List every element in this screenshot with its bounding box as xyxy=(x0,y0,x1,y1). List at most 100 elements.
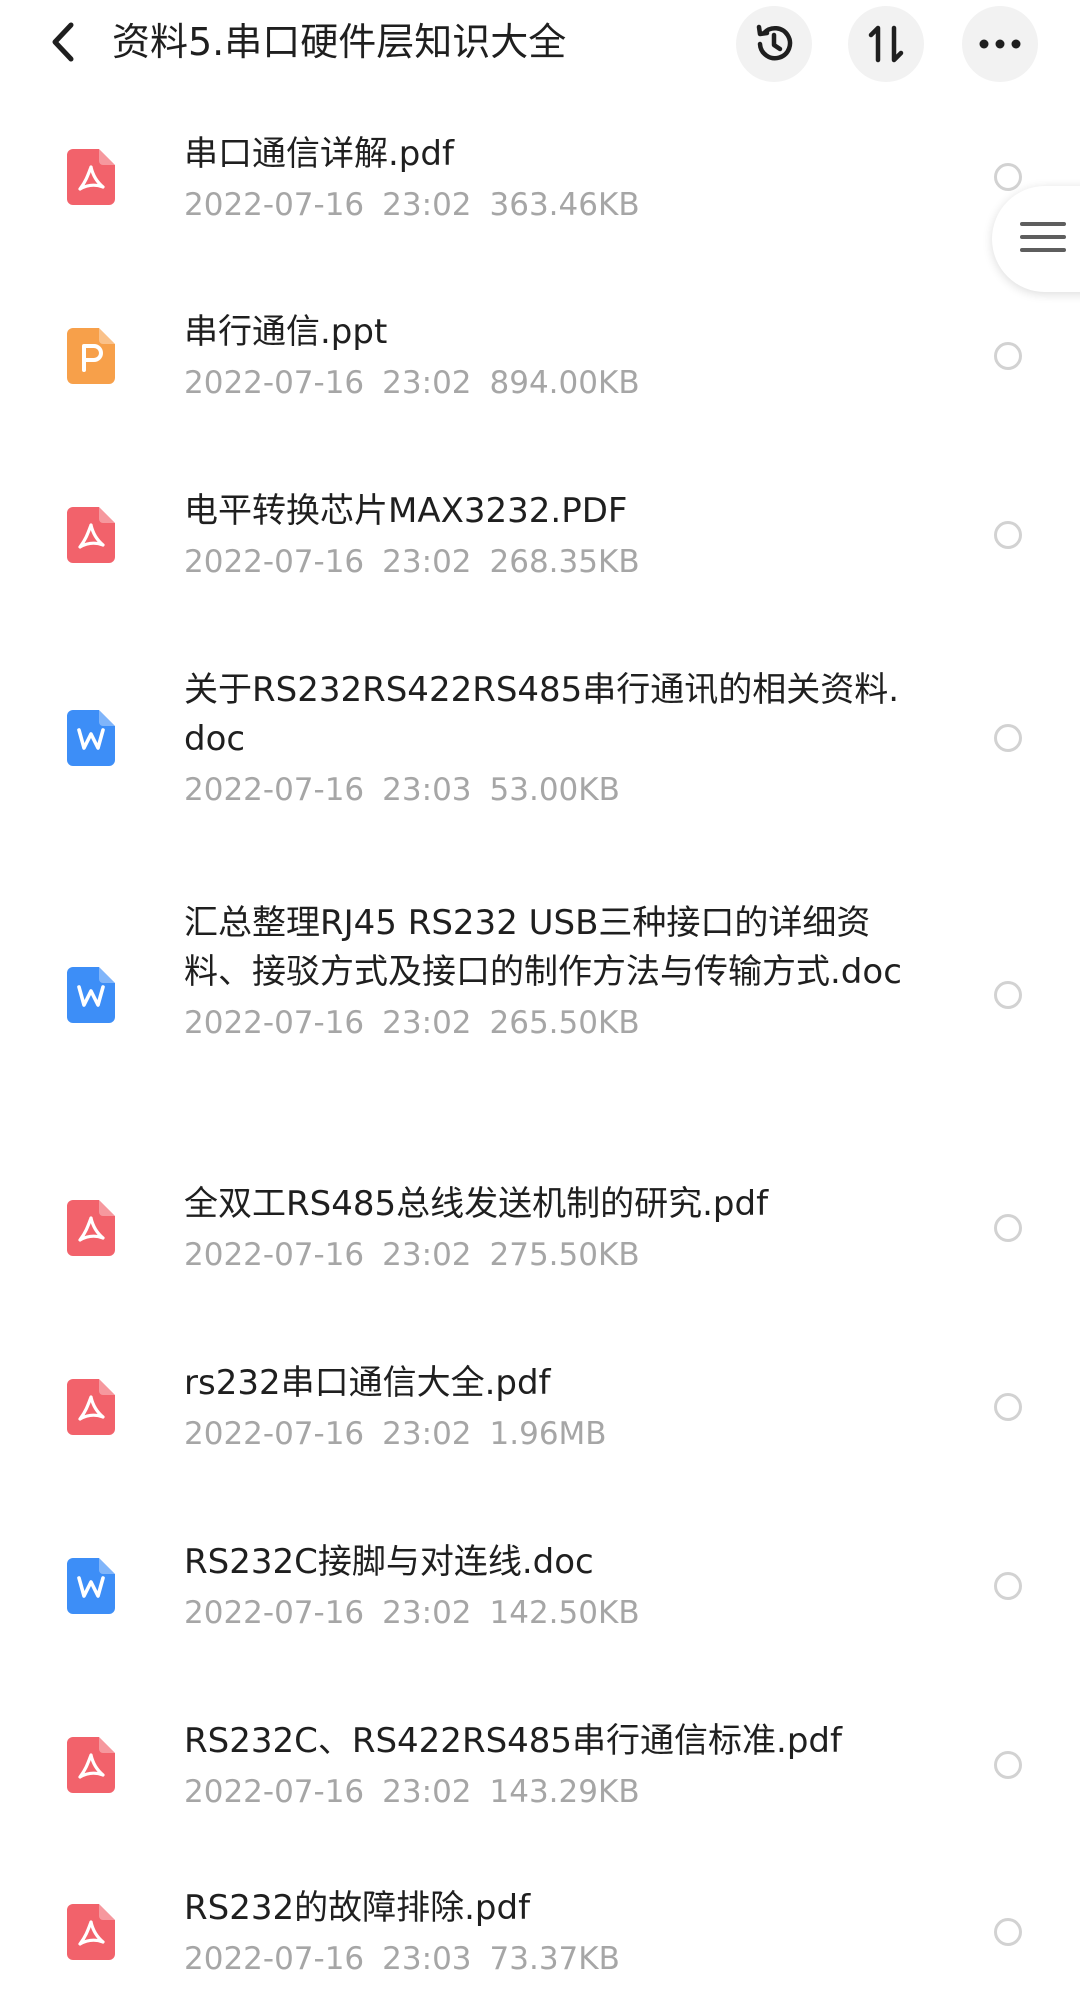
history-clock-icon xyxy=(756,24,793,61)
file-info: RS232C接脚与对连线.doc 2022-07-16 23:02 142.50KB xyxy=(184,1538,904,1633)
page-title: 资料5.串口硬件层知识大全 xyxy=(112,20,567,64)
file-date: 2022-07-16 xyxy=(184,1774,365,1810)
file-date: 2022-07-16 xyxy=(184,1416,365,1452)
select-checkbox[interactable] xyxy=(994,1918,1022,1946)
file-info: 全双工RS485总线发送机制的研究.pdf 2022-07-16 23:02 275.… xyxy=(184,1180,904,1275)
sort-arrows-icon xyxy=(868,25,904,63)
ppt-file-icon xyxy=(67,328,115,384)
select-checkbox[interactable] xyxy=(994,1393,1022,1421)
file-name: 串行通信.ppt xyxy=(184,312,388,352)
file-time: 23:02 xyxy=(382,1237,472,1273)
file-row[interactable]: 全双工RS485总线发送机制的研究.pdf 2022-07-16 23:02 275.… xyxy=(0,1138,1080,1317)
file-time: 23:02 xyxy=(382,1416,472,1452)
file-size: 53.00KB xyxy=(489,772,620,808)
file-date: 2022-07-16 xyxy=(184,1005,365,1041)
select-checkbox[interactable] xyxy=(994,163,1022,191)
pdf-file-icon xyxy=(67,1379,115,1435)
file-row[interactable]: RS232C接脚与对连线.doc 2022-07-16 23:02 142.50KB xyxy=(0,1496,1080,1675)
file-info: RS232C、RS422RS485串行通信标准.pdf 2022-07-16 23:… xyxy=(184,1717,904,1812)
file-info: 串口通信详解.pdf 2022-07-16 23:02 363.46KB xyxy=(184,130,904,225)
file-meta: 2022-07-16 23:02 143.29KB xyxy=(184,1772,904,1812)
file-row[interactable]: 串口通信详解.pdf 2022-07-16 23:02 363.46KB xyxy=(0,88,1080,266)
select-checkbox[interactable] xyxy=(994,1751,1022,1779)
file-time: 23:03 xyxy=(382,772,472,808)
file-date: 2022-07-16 xyxy=(184,187,365,223)
file-size: 363.46KB xyxy=(489,187,640,223)
doc-file-icon xyxy=(67,967,115,1023)
file-info: rs232串口通信大全.pdf 2022-07-16 23:02 1.96MB xyxy=(184,1359,904,1454)
file-row[interactable]: 串行通信.ppt 2022-07-16 23:02 894.00KB xyxy=(0,266,1080,445)
more-dots-icon xyxy=(979,39,1021,49)
file-name: 串口通信详解.pdf xyxy=(184,134,454,174)
file-info: 电平转换芯片MAX3232.PDF 2022-07-16 23:02 268.35KB xyxy=(184,487,904,582)
select-checkbox[interactable] xyxy=(994,1572,1022,1600)
file-size: 268.35KB xyxy=(489,544,640,580)
file-name: RS232C、RS422RS485串行通信标准.pdf xyxy=(184,1721,842,1761)
history-button[interactable] xyxy=(736,6,812,82)
file-meta: 2022-07-16 23:03 53.00KB xyxy=(184,770,904,810)
file-row[interactable]: rs232串口通信大全.pdf 2022-07-16 23:02 1.96MB xyxy=(0,1317,1080,1496)
pdf-file-icon xyxy=(67,1200,115,1256)
file-date: 2022-07-16 xyxy=(184,1237,365,1273)
file-time: 23:02 xyxy=(382,1005,472,1041)
select-checkbox[interactable] xyxy=(994,1214,1022,1242)
file-row[interactable]: 关于RS232RS422RS485串行通讯的相关资料.doc 2022-07-16… xyxy=(0,624,1080,852)
file-time: 23:02 xyxy=(382,544,472,580)
file-time: 23:02 xyxy=(382,365,472,401)
file-date: 2022-07-16 xyxy=(184,365,365,401)
file-row[interactable]: RS232的故障排除.pdf 2022-07-16 23:03 73.37KB xyxy=(0,1854,1080,2009)
file-row[interactable]: RS232C、RS422RS485串行通信标准.pdf 2022-07-16 23:… xyxy=(0,1675,1080,1854)
pdf-file-icon xyxy=(67,1904,115,1960)
doc-file-icon xyxy=(67,1558,115,1614)
file-time: 23:02 xyxy=(382,1595,472,1631)
sort-button[interactable] xyxy=(848,6,924,82)
file-name: 电平转换芯片MAX3232.PDF xyxy=(184,491,628,531)
file-date: 2022-07-16 xyxy=(184,772,365,808)
file-size: 894.00KB xyxy=(489,365,640,401)
chevron-left-icon xyxy=(52,22,74,62)
file-info: RS232的故障排除.pdf 2022-07-16 23:03 73.37KB xyxy=(184,1884,904,1979)
file-size: 1.96MB xyxy=(489,1416,607,1452)
select-checkbox[interactable] xyxy=(994,521,1022,549)
more-button[interactable] xyxy=(962,6,1038,82)
file-row[interactable]: 汇总整理RJ45 RS232 USB三种接口的详细资料、接驳方式及接口的制作方法… xyxy=(0,852,1080,1138)
file-date: 2022-07-16 xyxy=(184,544,365,580)
file-row[interactable]: 电平转换芯片MAX3232.PDF 2022-07-16 23:02 268.35KB xyxy=(0,445,1080,624)
doc-file-icon xyxy=(67,710,115,766)
file-size: 142.50KB xyxy=(489,1595,640,1631)
file-name: 关于RS232RS422RS485串行通讯的相关资料.doc xyxy=(184,670,900,759)
top-bar: 资料5.串口硬件层知识大全 xyxy=(0,0,1080,88)
file-meta: 2022-07-16 23:02 275.50KB xyxy=(184,1235,904,1275)
file-name: RS232的故障排除.pdf xyxy=(184,1888,531,1928)
select-checkbox[interactable] xyxy=(994,342,1022,370)
pdf-file-icon xyxy=(67,507,115,563)
select-checkbox[interactable] xyxy=(994,981,1022,1009)
file-name: 汇总整理RJ45 RS232 USB三种接口的详细资料、接驳方式及接口的制作方法… xyxy=(184,903,902,992)
pdf-file-icon xyxy=(67,149,115,205)
file-info: 串行通信.ppt 2022-07-16 23:02 894.00KB xyxy=(184,308,904,403)
file-meta: 2022-07-16 23:02 142.50KB xyxy=(184,1593,904,1633)
file-time: 23:02 xyxy=(382,187,472,223)
file-meta: 2022-07-16 23:02 265.50KB xyxy=(184,1003,904,1043)
file-date: 2022-07-16 xyxy=(184,1941,365,1977)
file-meta: 2022-07-16 23:02 363.46KB xyxy=(184,185,904,225)
file-time: 23:02 xyxy=(382,1774,472,1810)
file-meta: 2022-07-16 23:02 1.96MB xyxy=(184,1414,904,1454)
file-size: 275.50KB xyxy=(489,1237,640,1273)
file-meta: 2022-07-16 23:02 268.35KB xyxy=(184,542,904,582)
file-date: 2022-07-16 xyxy=(184,1595,365,1631)
file-info: 汇总整理RJ45 RS232 USB三种接口的详细资料、接驳方式及接口的制作方法… xyxy=(184,899,904,1043)
back-button[interactable] xyxy=(36,14,92,70)
pdf-file-icon xyxy=(67,1737,115,1793)
file-name: 全双工RS485总线发送机制的研究.pdf xyxy=(184,1184,769,1224)
file-info: 关于RS232RS422RS485串行通讯的相关资料.doc 2022-07-16… xyxy=(184,666,904,810)
menu-lines-icon xyxy=(1020,222,1066,261)
file-name: rs232串口通信大全.pdf xyxy=(184,1363,551,1403)
file-size: 265.50KB xyxy=(489,1005,640,1041)
file-name: RS232C接脚与对连线.doc xyxy=(184,1542,594,1582)
select-checkbox[interactable] xyxy=(994,724,1022,752)
file-meta: 2022-07-16 23:03 73.37KB xyxy=(184,1939,904,1979)
file-size: 73.37KB xyxy=(489,1941,620,1977)
file-time: 23:03 xyxy=(382,1941,472,1977)
file-size: 143.29KB xyxy=(489,1774,640,1810)
